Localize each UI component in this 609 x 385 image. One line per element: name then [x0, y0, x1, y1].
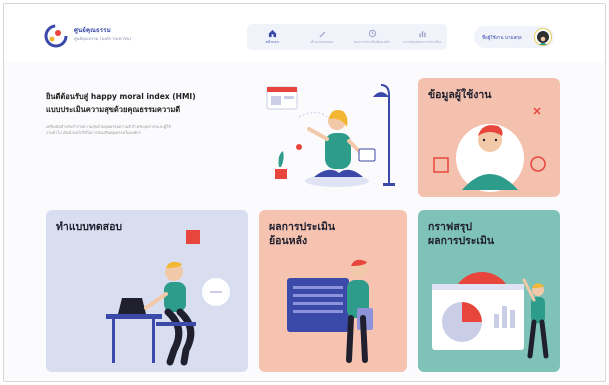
brand-subtitle: ศูนย์คุณธรรม (องค์การมหาชน)	[74, 36, 132, 41]
card-summary-graph-title-line1: กราฟสรุป	[428, 221, 473, 233]
home-icon	[268, 29, 276, 38]
card-user-info[interactable]: ข้อมูลผู้ใช้งาน	[418, 78, 560, 197]
card-summary-graph-title: กราฟสรุป ผลการประเมิน	[428, 220, 494, 248]
nav-chart-label: กราฟสรุปผลการประเมิน	[403, 40, 441, 44]
hero-title: ยินดีต้อนรับสู่ happy moral index (HMI) …	[46, 90, 256, 116]
history-icon	[368, 29, 376, 38]
hero-description: เครื่องมือสำหรับสำรวจความสุขด้วยคุณธรรมค…	[46, 124, 171, 135]
nav-chart[interactable]: กราฟสรุปผลการประเมิน	[397, 24, 447, 50]
brand-logo-icon[interactable]	[44, 24, 68, 48]
nav-history[interactable]: ผลการประเมินย้อนหลัง	[347, 24, 397, 50]
main-nav: หน้าแรก ทำแบบทดสอบ ผลการประเมินย้อนหลัง …	[247, 24, 447, 50]
card-past-results[interactable]: ผลการประเมิน ย้อนหลัง	[259, 210, 407, 372]
card-past-results-title: ผลการประเมิน ย้อนหลัง	[269, 220, 335, 248]
nav-test-label: ทำแบบทดสอบ	[310, 40, 334, 44]
app-frame: ศูนย์คุณธรรม ศูนย์คุณธรรม (องค์การมหาชน)…	[3, 3, 606, 382]
card-user-info-title: ข้อมูลผู้ใช้งาน	[428, 89, 492, 101]
brand-title: ศูนย์คุณธรรม	[74, 27, 111, 34]
user-avatar-icon	[539, 36, 547, 45]
test-illustration-icon	[106, 230, 230, 366]
user-name: ชื่อผู้ใช้งาน นามสกุล	[482, 36, 522, 41]
nav-test[interactable]: ทำแบบทดสอบ	[297, 24, 347, 50]
hero-illustration-icon	[266, 84, 395, 187]
nav-home-label: หน้าแรก	[265, 40, 279, 44]
nav-history-label: ผลการประเมินย้อนหลัง	[354, 40, 390, 44]
top-header: ศูนย์คุณธรรม ศูนย์คุณธรรม (องค์การมหาชน)…	[4, 4, 605, 62]
avatar[interactable]	[535, 29, 551, 45]
card-take-test[interactable]: ทำแบบทดสอบ	[46, 210, 248, 372]
pen-icon	[318, 31, 325, 38]
nav-home[interactable]: หน้าแรก	[247, 24, 297, 50]
hero-title-line1: ยินดีต้อนรับสู่ happy moral index (HMI)	[46, 92, 196, 101]
card-summary-graph-title-line2: ผลการประเมิน	[428, 235, 495, 247]
hero-title-line2: แบบประเมินความสุขด้วยคุณธรรมความดี	[46, 105, 181, 114]
card-take-test-title: ทำแบบทดสอบ	[56, 221, 123, 233]
chart-icon	[418, 31, 426, 38]
user-menu-button[interactable]: ชื่อผู้ใช้งาน นามสกุล	[474, 26, 554, 48]
card-past-results-title-line2: ย้อนหลัง	[269, 235, 308, 247]
card-past-results-title-line1: ผลการประเมิน	[269, 221, 336, 233]
card-summary-graph[interactable]: กราฟสรุป ผลการประเมิน	[418, 210, 560, 372]
